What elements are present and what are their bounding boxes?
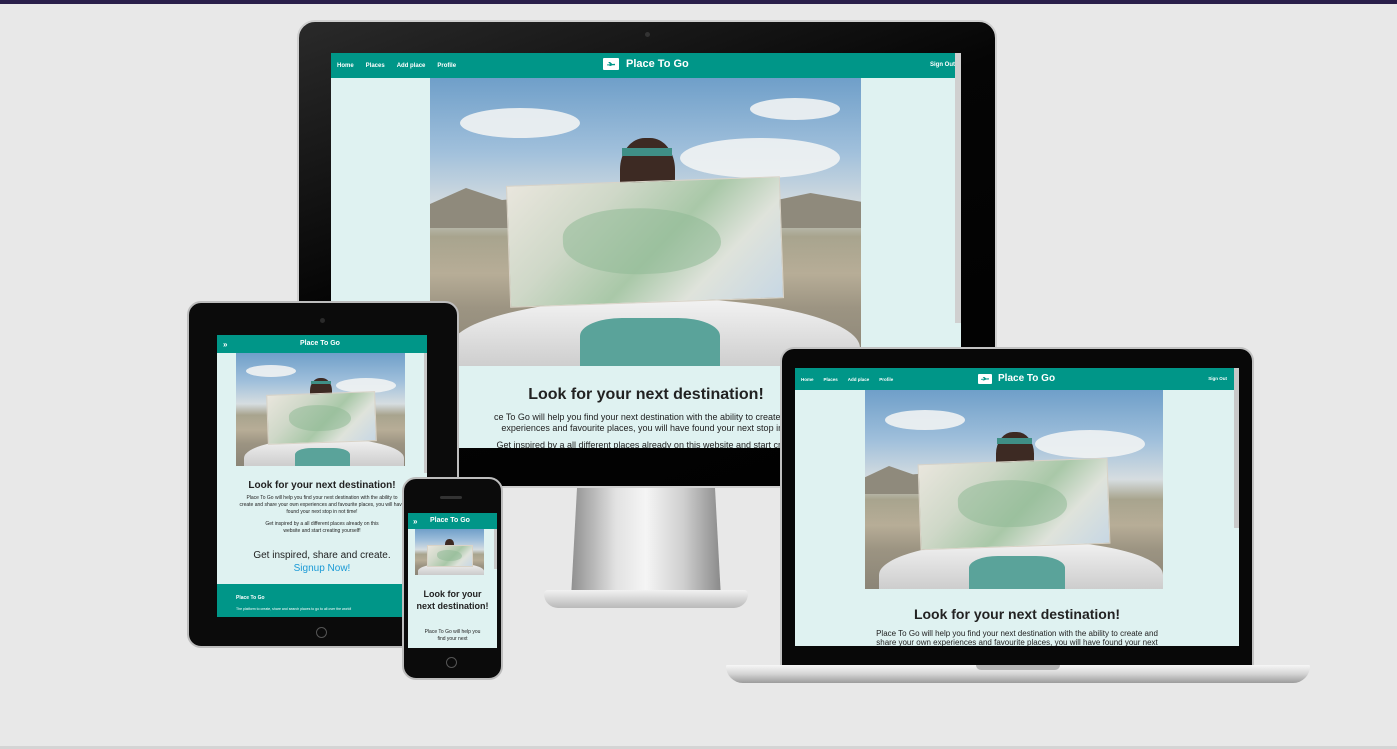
laptop-hero-image <box>865 390 1163 589</box>
phone-speaker <box>440 496 462 499</box>
laptop-nav-profile[interactable]: Profile <box>879 377 893 382</box>
phone-screen: » Place To Go Look for your next destina… <box>408 513 497 648</box>
laptop-heading: Look for your next destination! <box>913 606 1121 622</box>
phone-intro: Place To Go will help you find your next <box>424 629 481 642</box>
signout-link[interactable]: Sign Out <box>930 62 955 68</box>
footer-title: Place To Go <box>236 595 265 601</box>
phone-brand[interactable]: Place To Go <box>430 517 470 524</box>
tablet-hero-image <box>236 353 405 466</box>
laptop-nav-home[interactable]: Home <box>801 377 814 382</box>
tablet-signup-link[interactable]: Signup Now! <box>217 563 427 574</box>
tablet-heading: Look for your next destination! <box>248 480 396 491</box>
nav-home[interactable]: Home <box>337 63 354 69</box>
tablet-cta: Get inspired, share and create. <box>253 550 391 561</box>
laptop-nav-add-place[interactable]: Add place <box>848 377 870 382</box>
tablet-footer: Place To Go The platform to create, shar… <box>217 584 427 617</box>
tablet-camera <box>320 318 325 323</box>
tablet-navbar: » Place To Go <box>217 335 427 353</box>
tablet-intro: Place To Go will help you find your next… <box>239 495 405 515</box>
nav-add-place[interactable]: Add place <box>397 63 426 69</box>
tablet-screen: » Place To Go Look for your next destina… <box>217 335 427 617</box>
laptop-intro: Place To Go will help you find your next… <box>876 629 1158 646</box>
phone-scrollbar[interactable] <box>494 529 497 569</box>
monitor-camera <box>645 32 650 37</box>
tablet-inspire: Get inspired by a all different places a… <box>265 521 379 534</box>
monitor-base <box>544 590 748 608</box>
phone-heading: Look for your next destination! <box>416 589 489 611</box>
laptop-brand-logo[interactable]: Place To Go <box>978 373 1055 384</box>
top-accent-bar <box>0 0 1397 4</box>
scrollbar[interactable] <box>955 53 961 323</box>
plane-icon <box>978 373 992 384</box>
footer-text: The platform to create, share and search… <box>236 607 352 611</box>
double-chevron-icon[interactable]: » <box>413 517 417 526</box>
tablet-home-button[interactable] <box>316 627 327 638</box>
plane-icon <box>603 58 619 70</box>
nav-profile[interactable]: Profile <box>437 63 456 69</box>
monitor-neck <box>571 488 721 598</box>
laptop-navbar: Home Places Add place Profile Place To G… <box>795 368 1239 390</box>
laptop-nav-places[interactable]: Places <box>824 377 838 382</box>
tablet-scrollbar[interactable] <box>424 353 427 473</box>
tablet-brand[interactable]: Place To Go <box>300 340 340 347</box>
phone-home-button[interactable] <box>446 657 457 668</box>
brand-logo[interactable]: Place To Go <box>603 58 689 70</box>
nav-places[interactable]: Places <box>366 63 385 69</box>
laptop-signout-link[interactable]: Sign Out <box>1208 376 1227 381</box>
laptop-brand-name: Place To Go <box>998 373 1056 384</box>
laptop-screen: Home Places Add place Profile Place To G… <box>795 368 1239 646</box>
double-chevron-icon[interactable]: » <box>223 340 227 349</box>
phone-navbar: » Place To Go <box>408 513 497 529</box>
laptop-notch <box>976 665 1060 670</box>
phone-hero-image <box>415 529 484 575</box>
desktop-navbar: Home Places Add place Profile Place To G… <box>331 53 961 78</box>
hero-image <box>430 78 861 366</box>
brand-name: Place To Go <box>626 58 689 70</box>
laptop-scrollbar[interactable] <box>1234 368 1239 528</box>
